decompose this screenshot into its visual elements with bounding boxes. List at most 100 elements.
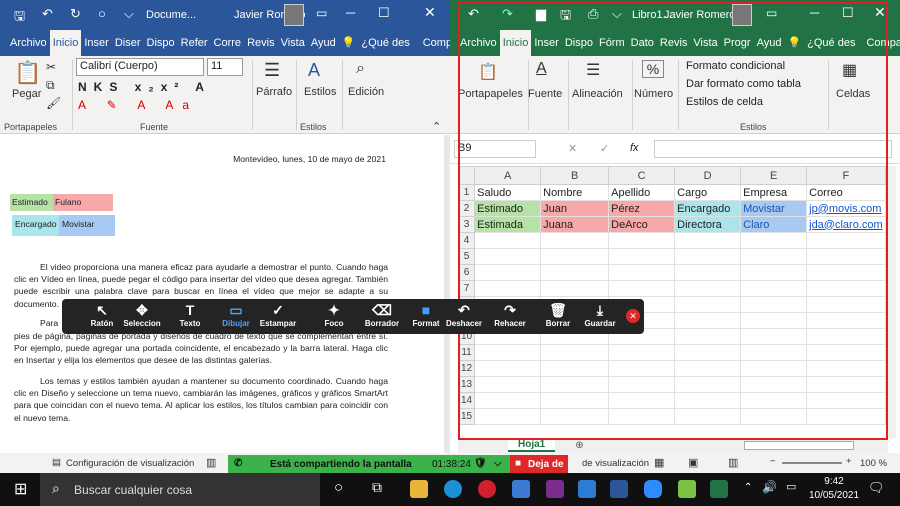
cell[interactable] (474, 280, 542, 297)
cell[interactable] (740, 360, 808, 377)
share-button[interactable]: Compartir (858, 30, 900, 56)
cell[interactable]: jda@claro.com (806, 216, 886, 233)
expand-icon[interactable]: ⌵ (494, 458, 502, 469)
format-painter-icon[interactable]: 🖌 (46, 96, 61, 110)
avatar[interactable] (732, 4, 752, 26)
word-app-icon[interactable] (610, 480, 628, 498)
conditional-format-button[interactable]: Formato condicional (686, 60, 785, 72)
cell[interactable]: Encargado (674, 200, 742, 217)
file-explorer-icon[interactable] (410, 480, 428, 498)
close-icon[interactable]: ✕ (874, 4, 886, 21)
cell[interactable] (806, 248, 886, 265)
cell[interactable] (740, 280, 808, 297)
cell[interactable] (740, 344, 808, 361)
cell[interactable]: Nombre (540, 184, 610, 201)
enter-icon[interactable]: ✓ (600, 142, 609, 155)
customize-icon[interactable]: ⌵ (124, 6, 134, 22)
cell[interactable] (474, 408, 542, 425)
close-toolbar-icon[interactable]: ✕ (626, 309, 640, 323)
column-header[interactable]: B (540, 166, 610, 185)
sheet-tab[interactable]: Hoja1 (508, 439, 556, 452)
add-sheet-icon[interactable]: ⊕ (575, 440, 583, 451)
cancel-icon[interactable]: ✕ (568, 142, 577, 155)
cell[interactable] (806, 232, 886, 249)
tab-referencias[interactable]: Refer (178, 30, 211, 56)
zoom-slider[interactable] (782, 462, 842, 464)
cell[interactable] (806, 312, 886, 329)
cell[interactable] (540, 376, 610, 393)
tab-diseno[interactable]: Diser (112, 30, 144, 56)
cell[interactable] (806, 328, 886, 345)
cell[interactable] (740, 328, 808, 345)
cells-button[interactable]: Celdas (836, 88, 870, 100)
shield-icon[interactable]: 🛡 (474, 458, 487, 469)
row-header[interactable]: 4 (457, 232, 476, 249)
cell[interactable]: Saludo (474, 184, 542, 201)
cell[interactable]: Pérez (608, 200, 676, 217)
cell[interactable] (674, 376, 742, 393)
normal-view-icon[interactable]: ▦ (654, 456, 664, 469)
redo-icon[interactable]: ↷ (502, 6, 513, 22)
cell[interactable] (540, 248, 610, 265)
folder-icon[interactable]: ▆ (536, 6, 546, 22)
row-header[interactable]: 7 (457, 280, 476, 297)
cell[interactable]: Estimado (474, 200, 542, 217)
styles-button[interactable]: Estilos (304, 86, 336, 98)
column-header[interactable]: A (474, 166, 542, 185)
close-icon[interactable]: ✕ (424, 4, 436, 21)
cell[interactable] (540, 264, 610, 281)
cell[interactable] (740, 296, 808, 313)
minimize-icon[interactable]: ─ (810, 5, 819, 20)
edge-icon[interactable] (444, 480, 462, 498)
font-button[interactable]: Fuente (528, 88, 562, 100)
paragraph-button[interactable]: Párrafo (256, 86, 292, 98)
tab-vista[interactable]: Vista (278, 30, 308, 56)
cell[interactable] (674, 296, 742, 313)
clipboard-icon[interactable]: 📋 (478, 62, 498, 82)
cell[interactable] (540, 392, 610, 409)
cell[interactable] (474, 344, 542, 361)
minimize-icon[interactable]: ─ (346, 5, 355, 20)
maximize-icon[interactable]: ☐ (842, 5, 854, 21)
cell[interactable] (806, 280, 886, 297)
display-settings[interactable]: Configuración de visualización (66, 458, 194, 469)
cell[interactable]: DeArco (608, 216, 676, 233)
tab-datos[interactable]: Dato (628, 30, 657, 56)
photos-icon[interactable] (578, 480, 596, 498)
font-name-combo[interactable]: Calibri (Cuerpo) (76, 58, 204, 76)
cell[interactable] (674, 232, 742, 249)
cell[interactable]: Movistar (740, 200, 808, 217)
save-icon[interactable]: 🖫 (14, 7, 25, 29)
tool-guardar[interactable]: ⤓ Guardar (572, 299, 628, 334)
opera-icon[interactable] (478, 480, 496, 498)
cell[interactable] (674, 280, 742, 297)
paste-button[interactable]: Pegar (12, 88, 41, 100)
cell[interactable] (540, 360, 610, 377)
tab-archivo[interactable]: Archivo (0, 30, 50, 56)
display-settings[interactable]: de visualización (582, 458, 649, 469)
cell[interactable] (474, 264, 542, 281)
font-format-buttons[interactable]: NKS x₂x² A (78, 80, 248, 94)
tab-formulas[interactable]: Fórm (596, 30, 628, 56)
ribbon-display-icon[interactable]: ▭ (766, 6, 777, 20)
cell[interactable] (674, 360, 742, 377)
tell-me-search[interactable]: ¿Qué des (804, 30, 858, 56)
avatar[interactable] (284, 4, 304, 26)
cell[interactable] (806, 392, 886, 409)
row-header[interactable]: 13 (457, 376, 476, 393)
tab-inicio[interactable]: Inicio (49, 30, 82, 56)
select-all-corner[interactable] (457, 166, 476, 185)
customize-icon[interactable]: ⌵ (612, 6, 622, 22)
network-icon[interactable]: ▭ (786, 480, 796, 493)
editing-button[interactable]: Edición (348, 86, 384, 98)
column-header[interactable]: D (674, 166, 742, 185)
zoom-out-icon[interactable]: − (770, 456, 776, 467)
cell[interactable] (674, 328, 742, 345)
row-header[interactable]: 11 (457, 344, 476, 361)
cell[interactable] (806, 408, 886, 425)
cell[interactable] (608, 392, 676, 409)
taskbar-search[interactable]: ⌕ Buscar cualquier cosa (40, 473, 320, 506)
column-header[interactable]: F (806, 166, 886, 185)
name-box[interactable]: B9 (454, 140, 536, 158)
column-header[interactable]: E (740, 166, 808, 185)
